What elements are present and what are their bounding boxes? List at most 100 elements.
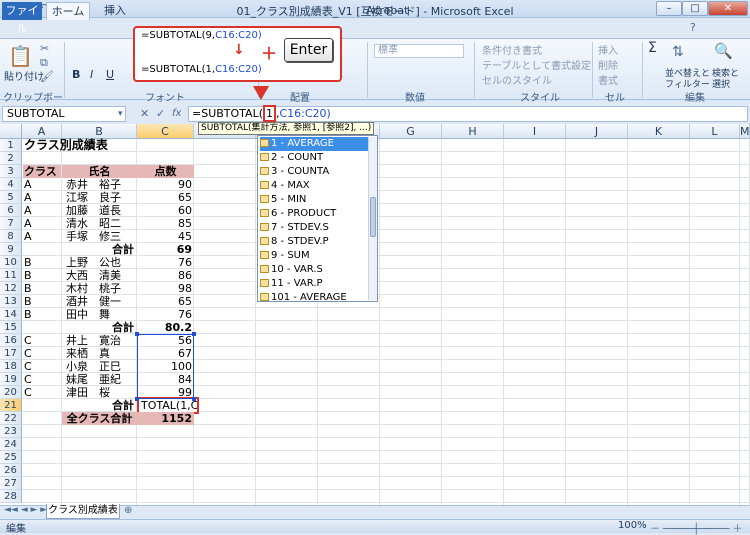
row-header-1[interactable]: 1 <box>0 139 22 152</box>
row-header-2[interactable]: 2 <box>0 152 22 165</box>
cell-subtotal-label[interactable]: 合計 <box>62 243 137 256</box>
italic-button[interactable]: I <box>90 68 93 81</box>
row-header-11[interactable]: 11 <box>0 269 22 282</box>
close-button[interactable]: ✕ <box>708 1 748 16</box>
row-header-13[interactable]: 13 <box>0 295 22 308</box>
paste-icon[interactable]: 📋 <box>8 44 33 68</box>
cell-class[interactable]: A <box>24 178 32 191</box>
autocomplete-item[interactable]: 8 - STDEV.P <box>260 235 368 249</box>
column-header-m[interactable]: M <box>740 124 750 139</box>
maximize-button[interactable]: □ <box>682 1 708 16</box>
row-header-28[interactable]: 28 <box>0 490 22 503</box>
row-header-24[interactable]: 24 <box>0 438 22 451</box>
cell-class[interactable]: A <box>24 230 32 243</box>
autocomplete-item[interactable]: 9 - SUM <box>260 249 368 263</box>
cell-name[interactable]: 井上 寛治 <box>66 334 121 347</box>
cell-class[interactable]: B <box>24 308 32 321</box>
row-header-16[interactable]: 16 <box>0 334 22 347</box>
row-header-10[interactable]: 10 <box>0 256 22 269</box>
sort-filter-icon[interactable]: ⇅ <box>672 44 684 60</box>
tab-home[interactable]: ホーム <box>46 2 90 20</box>
autocomplete-item[interactable]: 1 - AVERAGE <box>260 137 368 151</box>
tab-insert[interactable]: 挿入 <box>94 2 136 20</box>
minimize-button[interactable]: – <box>656 1 682 16</box>
row-header-7[interactable]: 7 <box>0 217 22 230</box>
column-header-c[interactable]: C <box>137 124 194 139</box>
row-header-25[interactable]: 25 <box>0 451 22 464</box>
cell-score[interactable]: 1152 <box>137 412 194 425</box>
row-header-4[interactable]: 4 <box>0 178 22 191</box>
row-header-21[interactable]: 21 <box>0 399 22 412</box>
cell-class[interactable]: C <box>24 347 32 360</box>
cell-score[interactable]: 76 <box>137 256 194 269</box>
cell-score[interactable]: 80.2 <box>137 321 194 334</box>
name-box[interactable]: SUBTOTAL <box>2 106 126 122</box>
cell-subtotal-label[interactable]: 合計 <box>62 399 137 412</box>
cell-score[interactable]: 60 <box>137 204 194 217</box>
find-select-label-2[interactable]: 選択 <box>712 77 730 90</box>
row-header-27[interactable]: 27 <box>0 477 22 490</box>
cell-name[interactable]: 木村 桃子 <box>66 282 121 295</box>
cell-name[interactable]: 妹尾 亜紀 <box>66 373 121 386</box>
cell-class[interactable]: C <box>24 386 32 399</box>
cell-class[interactable]: A <box>24 217 32 230</box>
cell-name[interactable]: 上野 公也 <box>66 256 121 269</box>
autocomplete-item[interactable]: 10 - VAR.S <box>260 263 368 277</box>
cell-score[interactable]: 86 <box>137 269 194 282</box>
conditional-format-button[interactable]: 条件付き書式 <box>482 42 542 57</box>
underline-button[interactable]: U <box>106 68 114 81</box>
binoculars-icon[interactable]: 🔍 <box>714 42 733 60</box>
autocomplete-item[interactable]: 101 - AVERAGE <box>260 291 368 305</box>
bold-button[interactable]: B <box>72 68 80 81</box>
cell-styles-button[interactable]: セルのスタイル <box>482 72 552 87</box>
new-sheet-icon[interactable]: ⊕ <box>124 505 132 516</box>
autocomplete-list[interactable]: 101 - AVERAGE 11 - VAR.P 10 - VAR.S 9 - SUM… <box>257 135 378 305</box>
sheet-tab-active[interactable]: クラス別成績表 <box>46 504 120 519</box>
cell-name[interactable]: 酒井 健一 <box>66 295 121 308</box>
range-handle[interactable] <box>135 332 139 336</box>
row-header-6[interactable]: 6 <box>0 204 22 217</box>
enter-icon[interactable]: ✓ <box>156 106 165 122</box>
row-header-12[interactable]: 12 <box>0 282 22 295</box>
row-header-23[interactable]: 23 <box>0 425 22 438</box>
number-format-select[interactable]: 標準 <box>374 44 464 58</box>
autosum-icon[interactable]: Σ <box>648 40 657 56</box>
cell-name[interactable]: 赤井 裕子 <box>66 178 121 191</box>
column-header-a[interactable]: A <box>22 124 62 139</box>
cell-class[interactable]: B <box>24 256 32 269</box>
row-header-18[interactable]: 18 <box>0 360 22 373</box>
cell-score[interactable]: 65 <box>137 191 194 204</box>
column-header-h[interactable]: H <box>442 124 504 139</box>
column-header-l[interactable]: L <box>690 124 740 139</box>
autocomplete-item[interactable]: 2 - COUNT <box>260 151 368 165</box>
autocomplete-item[interactable]: 7 - STDEV.S <box>260 221 368 235</box>
formula-input[interactable]: =SUBTOTAL(1 ,C16:C20) <box>188 105 748 122</box>
cell-name[interactable]: 手塚 修三 <box>66 230 121 243</box>
autocomplete-item[interactable]: 6 - PRODUCT <box>260 207 368 221</box>
row-header-20[interactable]: 20 <box>0 386 22 399</box>
cell-class[interactable]: C <box>24 373 32 386</box>
cell-name[interactable]: 津田 桜 <box>66 386 110 399</box>
cell-grand-total-label[interactable]: 全クラス合計 <box>62 412 137 425</box>
row-header-22[interactable]: 22 <box>0 412 22 425</box>
row-header-5[interactable]: 5 <box>0 191 22 204</box>
column-header-j[interactable]: J <box>566 124 628 139</box>
select-all-corner[interactable] <box>0 124 22 139</box>
cell-class[interactable]: B <box>24 282 32 295</box>
range-handle[interactable] <box>192 332 196 336</box>
column-header-k[interactable]: K <box>628 124 690 139</box>
autocomplete-item[interactable]: 4 - MAX <box>260 179 368 193</box>
row-header-14[interactable]: 14 <box>0 308 22 321</box>
row-header-26[interactable]: 26 <box>0 464 22 477</box>
row-header-8[interactable]: 8 <box>0 230 22 243</box>
cell-score[interactable]: 69 <box>137 243 194 256</box>
cell-name[interactable]: 江塚 良子 <box>66 191 121 204</box>
autocomplete-item[interactable]: 11 - VAR.P <box>260 277 368 291</box>
cell-class[interactable]: A <box>24 204 32 217</box>
row-header-9[interactable]: 9 <box>0 243 22 256</box>
paste-button[interactable]: 貼り付け <box>4 68 44 83</box>
insert-cells-button[interactable]: 挿入 <box>598 42 618 57</box>
cell-score[interactable]: 76 <box>137 308 194 321</box>
autocomplete-item[interactable]: 5 - MIN <box>260 193 368 207</box>
cell-class[interactable]: B <box>24 295 32 308</box>
